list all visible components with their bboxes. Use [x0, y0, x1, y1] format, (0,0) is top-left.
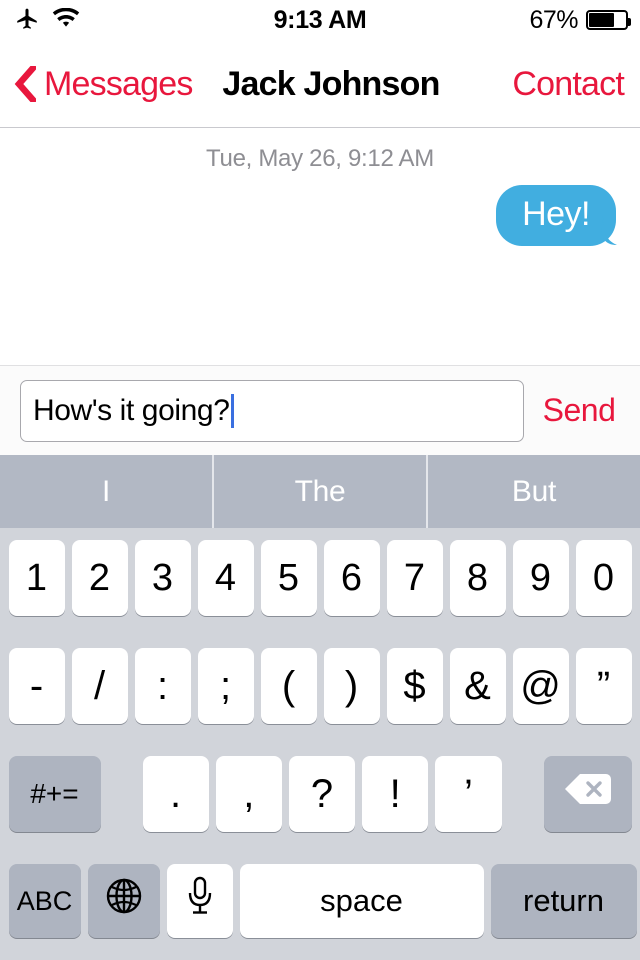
- suggestion-1[interactable]: The: [212, 455, 426, 528]
- key-colon[interactable]: :: [134, 648, 191, 724]
- message-input-value: How's it going?: [33, 393, 230, 427]
- contact-button[interactable]: Contact: [512, 40, 624, 128]
- key-at[interactable]: @: [512, 648, 569, 724]
- key-4[interactable]: 4: [197, 540, 254, 616]
- send-button[interactable]: Send: [524, 392, 634, 429]
- key-semicolon[interactable]: ;: [197, 648, 254, 724]
- navigation-bar: Messages Jack Johnson Contact: [0, 40, 640, 128]
- keyboard-row-punctuation: #+= . , ? ! ’: [0, 756, 640, 832]
- keyboard-spacer: [108, 756, 136, 832]
- key-dictation[interactable]: [166, 864, 233, 938]
- keyboard-row-bottom: ABC space return: [0, 864, 640, 938]
- suggestion-2[interactable]: But: [426, 455, 640, 528]
- battery-percent-label: 67%: [529, 5, 578, 34]
- key-6[interactable]: 6: [323, 540, 380, 616]
- keyboard-row-numbers: 1 2 3 4 5 6 7 8 9 0: [0, 540, 640, 616]
- battery-icon: [586, 10, 631, 30]
- key-quote[interactable]: ”: [575, 648, 632, 724]
- status-bar: 9:13 AM 67%: [0, 0, 640, 40]
- key-slash[interactable]: /: [71, 648, 128, 724]
- on-screen-keyboard: 1 2 3 4 5 6 7 8 9 0 - / : ; ( ) $ & @ ” …: [0, 528, 640, 960]
- predictive-text-bar: I The But: [0, 455, 640, 528]
- message-input-bar: How's it going? Send: [0, 365, 640, 455]
- key-paren-close[interactable]: ): [323, 648, 380, 724]
- key-1[interactable]: 1: [8, 540, 65, 616]
- globe-keyboard-icon: [103, 875, 145, 927]
- message-input-field[interactable]: How's it going?: [20, 379, 524, 442]
- key-2[interactable]: 2: [71, 540, 128, 616]
- microphone-icon: [185, 875, 215, 927]
- key-question[interactable]: ?: [288, 756, 356, 832]
- keyboard-spacer-right: [509, 756, 537, 832]
- key-7[interactable]: 7: [386, 540, 443, 616]
- keyboard-row-symbols: - / : ; ( ) $ & @ ”: [0, 648, 640, 724]
- key-9[interactable]: 9: [512, 540, 569, 616]
- key-comma[interactable]: ,: [215, 756, 282, 832]
- conversation-thread[interactable]: Tue, May 26, 9:12 AM Hey!: [0, 129, 640, 365]
- key-hyphen[interactable]: -: [8, 648, 65, 724]
- key-5[interactable]: 5: [260, 540, 317, 616]
- key-backspace[interactable]: [543, 756, 632, 832]
- suggestion-0[interactable]: I: [0, 455, 212, 528]
- key-ampersand[interactable]: &: [449, 648, 506, 724]
- message-row: Hey!: [0, 173, 640, 246]
- conversation-timestamp: Tue, May 26, 9:12 AM: [206, 145, 434, 172]
- outgoing-message-bubble[interactable]: Hey!: [496, 185, 617, 246]
- backspace-delete-icon: [564, 772, 612, 816]
- bubble-tail-icon: [601, 216, 629, 246]
- key-3[interactable]: 3: [134, 540, 191, 616]
- key-dollar[interactable]: $: [386, 648, 443, 724]
- key-globe[interactable]: [87, 864, 160, 938]
- key-8[interactable]: 8: [449, 540, 506, 616]
- key-return[interactable]: return: [490, 864, 637, 938]
- key-apostrophe[interactable]: ’: [435, 756, 502, 832]
- key-abc-mode[interactable]: ABC: [8, 864, 81, 938]
- message-text: Hey!: [522, 195, 590, 233]
- key-symbols-mode[interactable]: #+=: [8, 756, 101, 832]
- key-exclamation[interactable]: !: [362, 756, 429, 832]
- key-paren-open[interactable]: (: [260, 648, 317, 724]
- status-bar-right: 67%: [529, 0, 631, 40]
- key-space[interactable]: space: [239, 864, 484, 938]
- key-0[interactable]: 0: [575, 540, 632, 616]
- messages-app-screen: 9:13 AM 67% Messages Jack Johnson Contac…: [0, 0, 640, 960]
- text-cursor: [230, 393, 234, 428]
- key-period[interactable]: .: [142, 756, 209, 832]
